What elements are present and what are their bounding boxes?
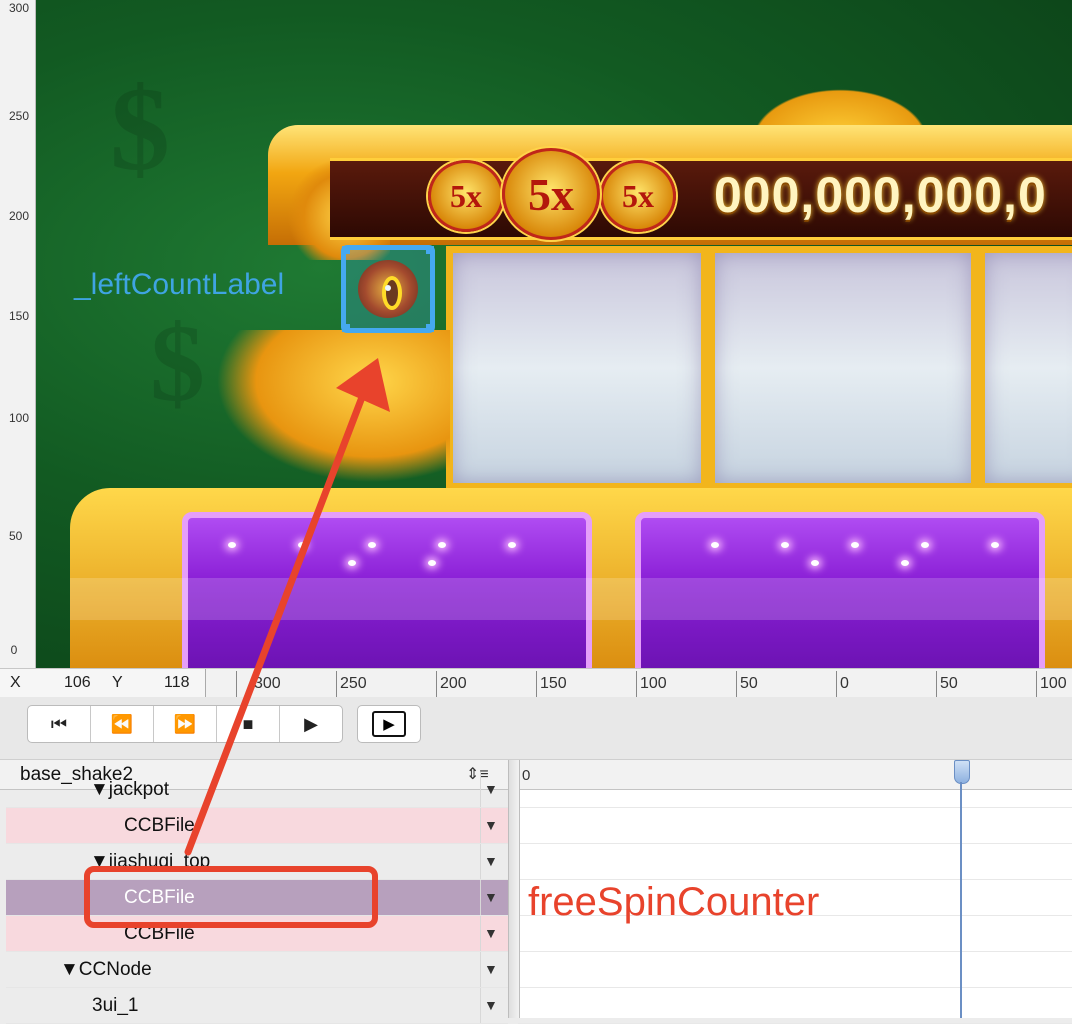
annotation-label: freeSpinCounter — [528, 880, 820, 924]
annotation-highlight-box — [84, 866, 378, 928]
arrow-shaft — [184, 388, 368, 856]
